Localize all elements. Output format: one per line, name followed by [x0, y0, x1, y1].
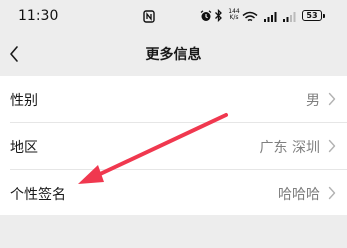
battery-icon: 53 [302, 10, 322, 21]
nav-bar: 更多信息 [0, 34, 347, 74]
row-region[interactable]: 地区 广东 深圳 [0, 123, 347, 169]
network-speed-unit: K/s [229, 14, 239, 21]
row-value: 广东 深圳 [259, 140, 320, 156]
bluetooth-icon [215, 9, 222, 22]
page-title: 更多信息 [145, 47, 202, 63]
info-list: 性别 男 地区 广东 深圳 个性签名 哈哈哈 [0, 76, 347, 215]
row-label: 地区 [10, 140, 38, 156]
signal-icon [264, 12, 277, 22]
row-label: 性别 [10, 93, 38, 109]
chevron-right-icon [328, 139, 336, 153]
alarm-icon [200, 10, 212, 21]
row-signature[interactable]: 个性签名 哈哈哈 [0, 170, 347, 216]
chevron-right-icon [328, 92, 336, 106]
status-bar: 11:30 144 K/s 53 [0, 0, 347, 34]
row-value: 男 [306, 93, 320, 109]
signal-icon [283, 12, 296, 22]
nfc-icon [143, 10, 155, 23]
battery-level: 53 [306, 11, 318, 20]
wifi-icon [242, 11, 258, 22]
chevron-right-icon [328, 186, 336, 200]
battery-tip [323, 14, 325, 18]
status-icons: 144 K/s 53 [0, 8, 347, 26]
network-speed: 144 K/s [227, 9, 241, 21]
screen: 11:30 144 K/s 53 更多信息 性别 男 地区 广东 深圳 个性签名… [0, 0, 347, 248]
row-gender[interactable]: 性别 男 [0, 76, 347, 122]
row-value: 哈哈哈 [278, 187, 320, 203]
row-label: 个性签名 [10, 187, 66, 203]
